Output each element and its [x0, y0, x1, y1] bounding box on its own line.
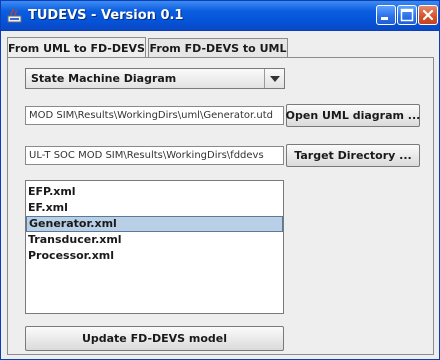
- close-button[interactable]: [418, 5, 438, 25]
- tab-panel: State Machine Diagram Open UML diagram .…: [7, 57, 434, 355]
- maximize-icon: [400, 8, 414, 22]
- dropdown-arrow-button[interactable]: [264, 69, 284, 88]
- xml-file-list[interactable]: EFP.xml EF.xml Generator.xml Transducer.…: [25, 180, 284, 314]
- maximize-button[interactable]: [397, 5, 417, 25]
- list-item[interactable]: Processor.xml: [26, 248, 283, 264]
- tab-fd-devs-to-uml[interactable]: From FD-DEVS to UML: [148, 38, 288, 57]
- target-directory-button[interactable]: Target Directory ...: [286, 144, 420, 167]
- list-item[interactable]: EFP.xml: [26, 184, 283, 200]
- uml-diagram-path-field[interactable]: [25, 106, 284, 125]
- update-fd-devs-model-button[interactable]: Update FD-DEVS model: [25, 326, 284, 351]
- list-item-selected[interactable]: Generator.xml: [26, 216, 283, 232]
- list-item[interactable]: Transducer.xml: [26, 232, 283, 248]
- target-directory-path-field[interactable]: [25, 146, 284, 165]
- java-app-icon: [7, 8, 22, 23]
- minimize-icon: [381, 17, 388, 20]
- window-title: TUDEVS - Version 0.1: [28, 8, 184, 23]
- diagram-type-value: State Machine Diagram: [31, 72, 177, 85]
- target-directory-path-input[interactable]: [26, 147, 283, 164]
- chevron-down-icon: [269, 75, 280, 82]
- tab-uml-to-fd-devs[interactable]: From UML to FD-DEVS: [7, 37, 146, 58]
- uml-diagram-path-input[interactable]: [26, 107, 283, 124]
- list-item[interactable]: EF.xml: [26, 200, 283, 216]
- app-window: TUDEVS - Version 0.1 From UML to FD-DEVS…: [0, 0, 440, 360]
- open-uml-diagram-button[interactable]: Open UML diagram ...: [286, 104, 420, 127]
- minimize-button[interactable]: [376, 5, 396, 25]
- diagram-type-select[interactable]: State Machine Diagram: [25, 68, 285, 89]
- close-icon: [422, 9, 434, 21]
- title-bar[interactable]: TUDEVS - Version 0.1: [1, 1, 439, 31]
